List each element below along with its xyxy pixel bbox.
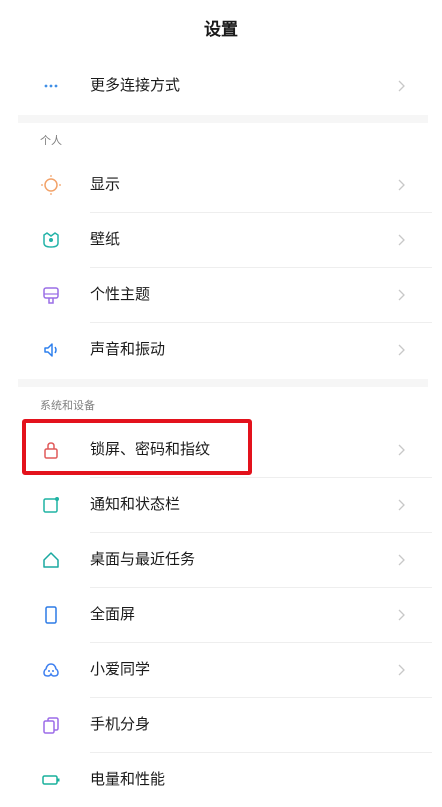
chevron-right-icon: [394, 663, 408, 677]
home-icon: [40, 549, 62, 571]
settings-item-assistant[interactable]: 小爱同学: [0, 642, 442, 697]
more-connections-label: 更多连接方式: [90, 76, 181, 94]
section-title-personal: 个人: [40, 134, 62, 147]
wallpaper-icon: [40, 229, 62, 251]
settings-item-label: 壁纸: [90, 230, 121, 248]
settings-item-notifications[interactable]: 通知和状态栏: [0, 477, 442, 532]
chevron-right-icon: [394, 498, 408, 512]
page-title: 设置: [204, 20, 238, 40]
chevron-right-icon: [394, 553, 408, 567]
battery-icon: [40, 769, 62, 791]
settings-item-theme[interactable]: 个性主题: [0, 267, 442, 322]
chevron-right-icon: [394, 233, 408, 247]
settings-item-sound[interactable]: 声音和振动: [0, 322, 442, 377]
settings-item-dual[interactable]: 手机分身: [0, 697, 442, 752]
more-connections-row[interactable]: 更多连接方式: [0, 58, 442, 113]
theme-icon: [40, 284, 62, 306]
chevron-right-icon: [394, 343, 408, 357]
settings-item-label: 显示: [90, 175, 121, 193]
highlight-box: [22, 419, 252, 475]
settings-item-label: 全面屏: [90, 605, 136, 623]
sun-icon: [40, 174, 62, 196]
settings-page: 设置 更多连接方式 个人 显示 壁纸 个性主题 声音和振动 系统和设备 锁屏、密…: [0, 0, 442, 789]
chevron-right-icon: [394, 608, 408, 622]
more-dots-icon: [40, 75, 62, 97]
chevron-right-icon: [394, 288, 408, 302]
section-title-system: 系统和设备: [40, 399, 95, 412]
settings-item-battery[interactable]: 电量和性能: [0, 752, 442, 807]
settings-item-label: 声音和振动: [90, 340, 166, 358]
settings-item-label: 个性主题: [90, 285, 151, 303]
phone-screen-icon: [40, 604, 62, 626]
settings-item-desktop[interactable]: 桌面与最近任务: [0, 532, 442, 587]
section-separator: [18, 115, 428, 123]
chevron-right-icon: [394, 79, 408, 93]
settings-item-label: 通知和状态栏: [90, 495, 181, 513]
notification-icon: [40, 494, 62, 516]
settings-item-wallpaper[interactable]: 壁纸: [0, 212, 442, 267]
chevron-right-icon: [394, 443, 408, 457]
section-separator: [18, 379, 428, 387]
settings-item-label: 电量和性能: [90, 770, 166, 788]
settings-item-display[interactable]: 显示: [0, 157, 442, 212]
settings-item-label: 桌面与最近任务: [90, 550, 196, 568]
assistant-icon: [40, 659, 62, 681]
dual-copy-icon: [40, 714, 62, 736]
settings-item-label: 手机分身: [90, 715, 151, 733]
speaker-icon: [40, 339, 62, 361]
settings-item-label: 小爱同学: [90, 660, 151, 678]
settings-item-fullscreen[interactable]: 全面屏: [0, 587, 442, 642]
chevron-right-icon: [394, 178, 408, 192]
